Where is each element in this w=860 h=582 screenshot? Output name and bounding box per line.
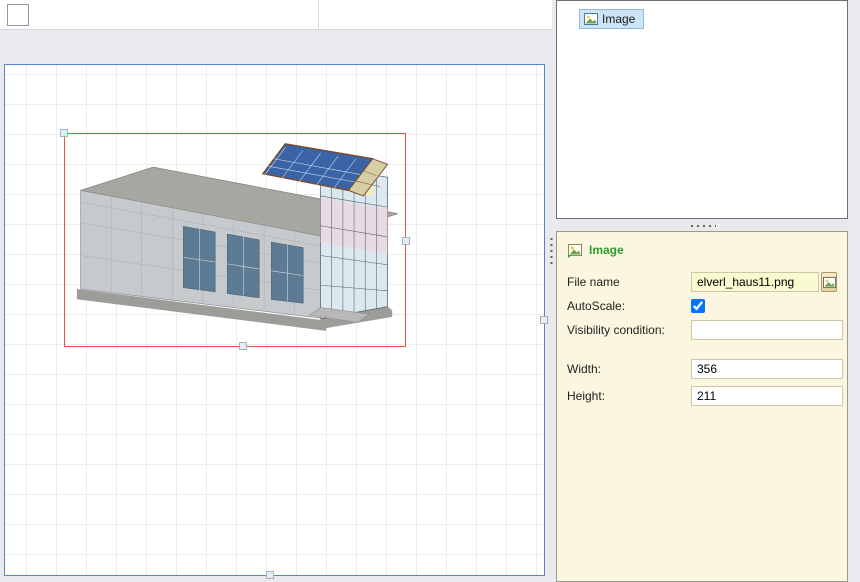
properties-title: Image — [589, 243, 624, 257]
splitter-dots-icon — [688, 223, 716, 227]
image-icon — [584, 13, 598, 25]
building-image[interactable] — [68, 142, 402, 342]
panel-splitter-horizontal[interactable] — [556, 219, 848, 231]
properties-header: Image — [567, 242, 837, 258]
resize-handle-right-middle[interactable] — [402, 237, 410, 245]
image-icon — [822, 276, 836, 288]
autoscale-label: AutoScale: — [567, 299, 626, 313]
visibility-label: Visibility condition: — [567, 323, 665, 337]
file-name-label: File name — [567, 275, 620, 289]
image-icon — [568, 244, 582, 258]
page-handle-bottom-center[interactable] — [266, 571, 274, 579]
browse-button[interactable] — [821, 272, 837, 292]
properties-panel: Image File name AutoScale: Visibility co… — [556, 231, 848, 582]
toolbox-item-image[interactable]: Image — [579, 9, 645, 29]
app-window: Image Image File name elverl_haus11.png … — [0, 0, 860, 582]
visibility-input[interactable] — [691, 320, 843, 340]
toolbox-panel: Image — [556, 0, 848, 219]
image-selection-rect[interactable] — [60, 129, 410, 350]
panel-splitter-vertical[interactable] — [549, 236, 554, 268]
toolbar-divider — [318, 0, 319, 30]
file-name-input[interactable] — [691, 272, 819, 292]
autoscale-row: AutoScale: — [567, 299, 837, 313]
page-handle-right-middle[interactable] — [540, 316, 548, 324]
height-row: Height: — [567, 386, 843, 406]
width-input[interactable] — [691, 359, 843, 379]
autoscale-checkbox[interactable] — [691, 299, 705, 313]
toolbar — [0, 0, 552, 30]
width-row: Width: — [567, 359, 843, 379]
width-label: Width: — [567, 362, 602, 376]
resize-handle-top-left[interactable] — [60, 129, 68, 137]
toolbar-button[interactable] — [7, 4, 29, 26]
toolbox-item-label: Image — [602, 12, 636, 26]
file-name-row: File name — [567, 272, 837, 292]
visibility-row: Visibility condition: — [567, 320, 843, 340]
resize-handle-bottom-center[interactable] — [239, 342, 247, 350]
height-label: Height: — [567, 389, 606, 403]
height-input[interactable] — [691, 386, 843, 406]
